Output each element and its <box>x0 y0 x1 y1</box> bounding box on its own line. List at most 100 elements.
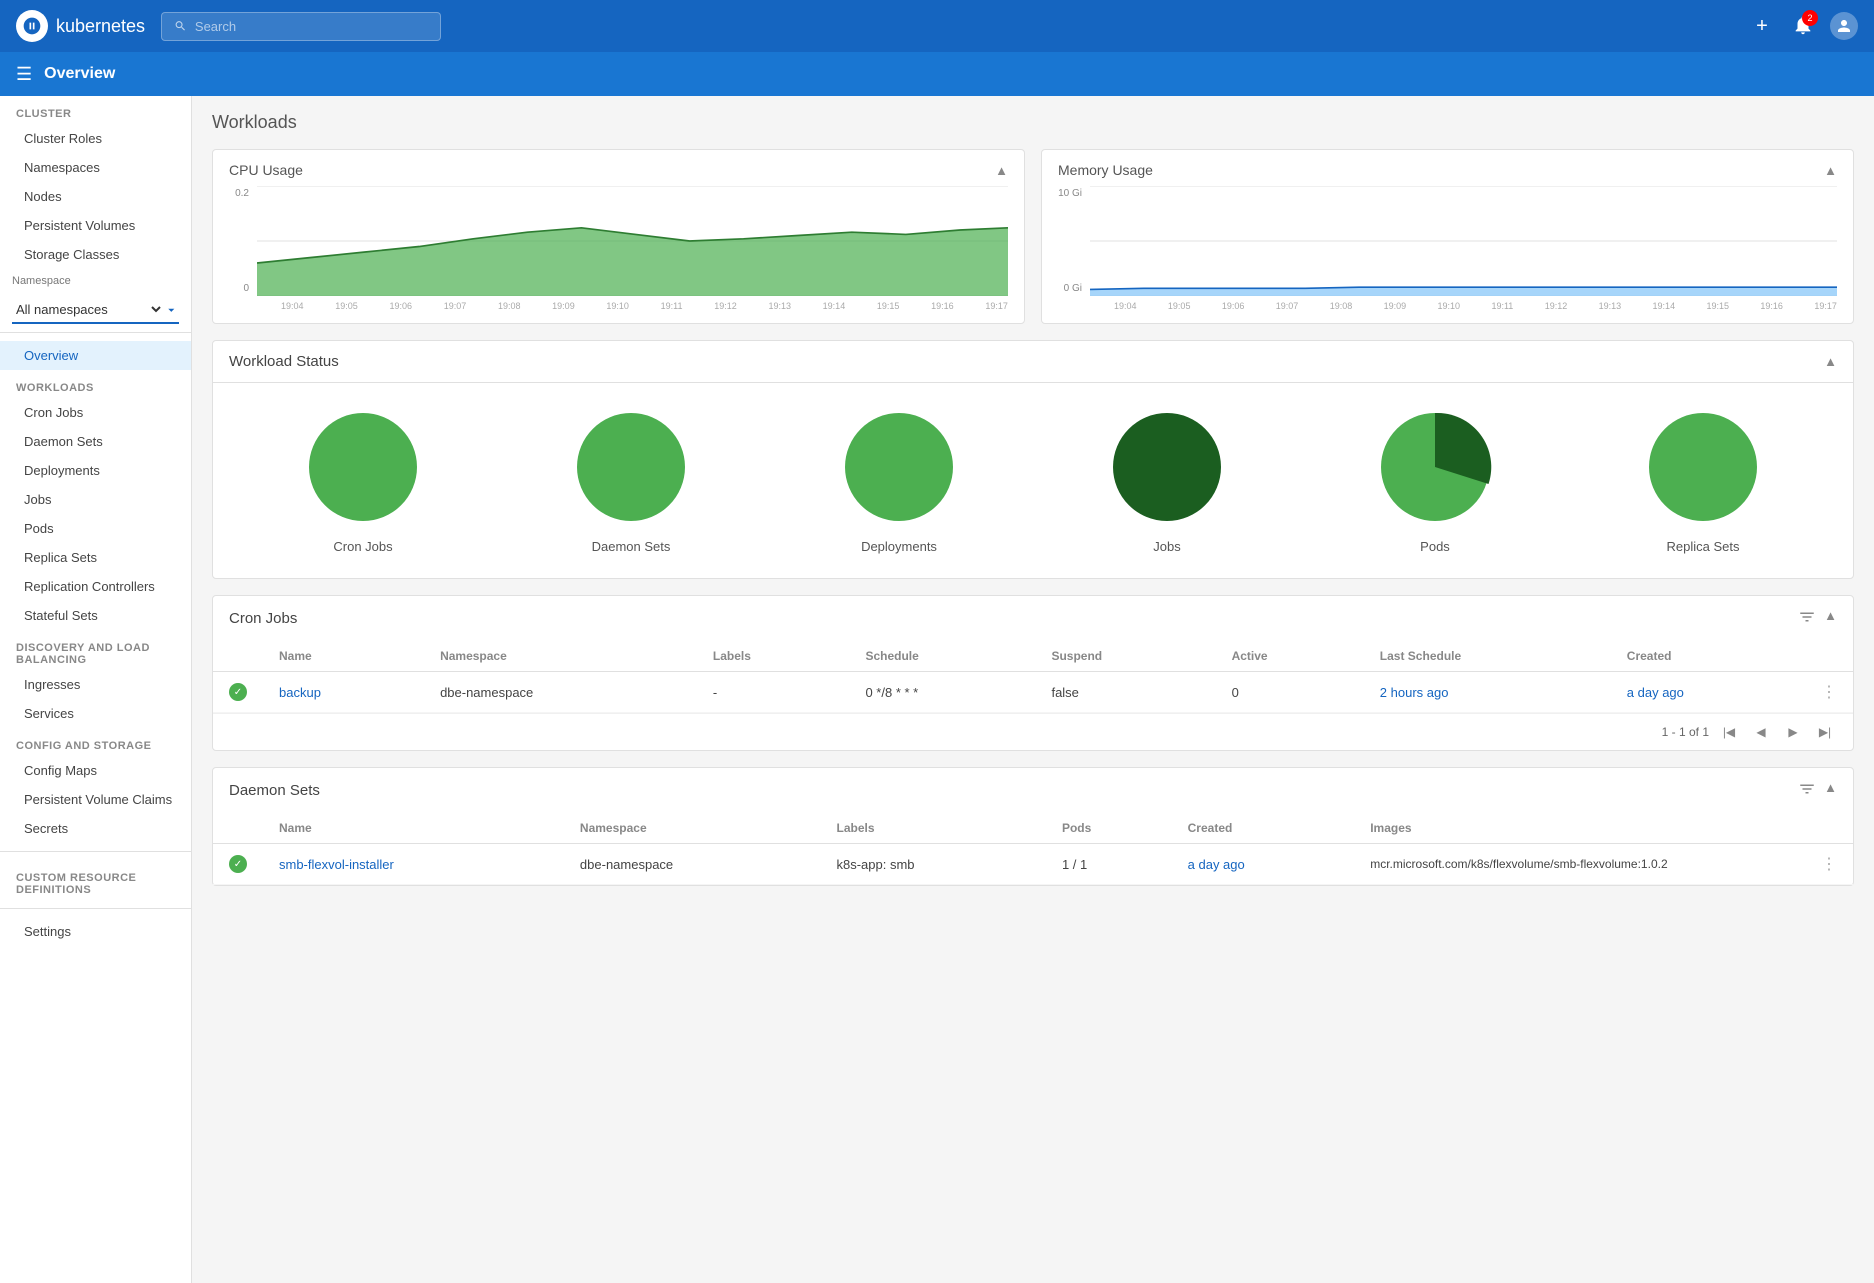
main-content: Workloads CPU Usage ▲ 0.2 0 CPU (cores) <box>192 96 1874 1283</box>
ds-col-images[interactable]: Images <box>1354 813 1805 844</box>
app-logo[interactable]: kubernetes <box>16 10 145 42</box>
cron-jobs-section: Cron Jobs ▲ Name Namespace Labels Schedu… <box>212 595 1854 751</box>
last-page-btn[interactable]: ▶| <box>1813 720 1837 744</box>
sidebar-item-replication-controllers[interactable]: Replication Controllers <box>0 572 191 601</box>
sidebar: Cluster Cluster Roles Namespaces Nodes P… <box>0 96 192 1283</box>
workload-status-card: Workload Status ▲ Cron Jobs <box>212 340 1854 579</box>
cpu-y-axis: 0.2 0 <box>229 186 253 296</box>
config-section-title: Config and Storage <box>0 728 191 756</box>
daemon-sets-label: Daemon Sets <box>592 539 671 554</box>
sidebar-item-namespaces[interactable]: Namespaces <box>0 153 191 182</box>
sidebar-item-secrets[interactable]: Secrets <box>0 814 191 843</box>
col-name[interactable]: Name <box>263 641 424 672</box>
daemon-set-row: ✓ smb-flexvol-installer dbe-namespace k8… <box>213 844 1853 885</box>
sidebar-item-overview[interactable]: Overview <box>0 341 191 370</box>
ds-col-pods[interactable]: Pods <box>1046 813 1172 844</box>
sidebar-item-services[interactable]: Services <box>0 699 191 728</box>
workload-daemon-sets[interactable]: Daemon Sets <box>571 407 691 554</box>
col-namespace[interactable]: Namespace <box>424 641 697 672</box>
row-suspend: false <box>1035 672 1215 713</box>
deployments-label: Deployments <box>861 539 937 554</box>
workload-cron-jobs[interactable]: Cron Jobs <box>303 407 423 554</box>
cron-jobs-header: Cron Jobs ▲ <box>213 596 1853 641</box>
sidebar-item-cron-jobs[interactable]: Cron Jobs <box>0 398 191 427</box>
workload-pods[interactable]: Pods <box>1375 407 1495 554</box>
daemon-filter-icon[interactable] <box>1798 780 1816 801</box>
ds-col-created[interactable]: Created <box>1172 813 1355 844</box>
logo-icon <box>16 10 48 42</box>
crd-section-title: Custom Resource Definitions <box>0 860 191 900</box>
daemon-sets-header: Daemon Sets ▲ <box>213 768 1853 813</box>
daemon-sets-collapse[interactable]: ▲ <box>1824 780 1837 801</box>
search-input[interactable] <box>195 19 428 34</box>
user-avatar[interactable] <box>1830 12 1858 40</box>
cron-jobs-pie <box>303 407 423 527</box>
namespace-dropdown[interactable]: All namespaces default kube-system dbe-n… <box>12 301 164 318</box>
cpu-chart-collapse[interactable]: ▲ <box>995 163 1008 178</box>
row-created: a day ago <box>1611 672 1805 713</box>
sidebar-item-config-maps[interactable]: Config Maps <box>0 756 191 785</box>
replica-sets-label: Replica Sets <box>1667 539 1740 554</box>
col-last-schedule[interactable]: Last Schedule <box>1364 641 1611 672</box>
sidebar-item-pods[interactable]: Pods <box>0 514 191 543</box>
top-nav-right: + 2 <box>1748 12 1858 40</box>
col-active[interactable]: Active <box>1216 641 1364 672</box>
ds-status-ok-icon: ✓ <box>229 855 247 873</box>
memory-chart-svg <box>1090 186 1837 296</box>
col-status <box>213 641 263 672</box>
col-schedule[interactable]: Schedule <box>849 641 1035 672</box>
workload-replica-sets[interactable]: Replica Sets <box>1643 407 1763 554</box>
sidebar-item-cluster-roles[interactable]: Cluster Roles <box>0 124 191 153</box>
namespace-selector[interactable]: All namespaces default kube-system dbe-n… <box>12 297 179 324</box>
cron-jobs-title: Cron Jobs <box>229 610 297 627</box>
sidebar-item-persistent-volume-claims[interactable]: Persistent Volume Claims <box>0 785 191 814</box>
cron-jobs-pagination: 1 - 1 of 1 |◀ ◀ ▶ ▶| <box>213 713 1853 750</box>
row-schedule: 0 */8 * * * <box>849 672 1035 713</box>
workload-status-title: Workload Status <box>229 353 339 370</box>
sidebar-item-ingresses[interactable]: Ingresses <box>0 670 191 699</box>
sidebar-item-stateful-sets[interactable]: Stateful Sets <box>0 601 191 630</box>
row-menu[interactable]: ⋮ <box>1821 684 1837 701</box>
top-nav: kubernetes + 2 <box>0 0 1874 52</box>
ds-col-name[interactable]: Name <box>263 813 564 844</box>
col-labels[interactable]: Labels <box>697 641 850 672</box>
search-bar[interactable] <box>161 12 441 41</box>
first-page-btn[interactable]: |◀ <box>1717 720 1741 744</box>
daemon-sets-table: Name Namespace Labels Pods Created Image… <box>213 813 1853 885</box>
sidebar-item-persistent-volumes[interactable]: Persistent Volumes <box>0 211 191 240</box>
daemon-sets-section: Daemon Sets ▲ Name Namespace Labels Pods <box>212 767 1854 886</box>
sidebar-item-daemon-sets[interactable]: Daemon Sets <box>0 427 191 456</box>
workload-jobs[interactable]: Jobs <box>1107 407 1227 554</box>
cpu-chart-svg <box>257 186 1008 296</box>
memory-chart-collapse[interactable]: ▲ <box>1824 163 1837 178</box>
workload-deployments[interactable]: Deployments <box>839 407 959 554</box>
ds-row-menu[interactable]: ⋮ <box>1821 856 1837 873</box>
sidebar-item-settings[interactable]: Settings <box>0 917 191 946</box>
row-name[interactable]: backup <box>263 672 424 713</box>
col-suspend[interactable]: Suspend <box>1035 641 1215 672</box>
ds-col-labels[interactable]: Labels <box>821 813 1046 844</box>
hamburger-menu[interactable]: ☰ <box>16 64 32 85</box>
ds-col-namespace[interactable]: Namespace <box>564 813 821 844</box>
prev-page-btn[interactable]: ◀ <box>1749 720 1773 744</box>
deployments-pie <box>839 407 959 527</box>
notifications-button[interactable]: 2 <box>1792 14 1814 39</box>
sidebar-item-nodes[interactable]: Nodes <box>0 182 191 211</box>
col-created[interactable]: Created <box>1611 641 1805 672</box>
sub-nav: ☰ Overview <box>0 52 1874 96</box>
filter-icon[interactable] <box>1798 608 1816 629</box>
search-icon <box>174 19 187 33</box>
collapse-icon[interactable]: ▲ <box>1824 354 1837 369</box>
sidebar-item-jobs[interactable]: Jobs <box>0 485 191 514</box>
sidebar-item-replica-sets[interactable]: Replica Sets <box>0 543 191 572</box>
sidebar-item-storage-classes[interactable]: Storage Classes <box>0 240 191 269</box>
next-page-btn[interactable]: ▶ <box>1781 720 1805 744</box>
mem-y-axis: 10 Gi 0 Gi <box>1058 186 1086 296</box>
cron-job-row: ✓ backup dbe-namespace - 0 */8 * * * fal… <box>213 672 1853 713</box>
sidebar-item-deployments[interactable]: Deployments <box>0 456 191 485</box>
workloads-section-title: Workloads <box>0 370 191 398</box>
ds-row-name[interactable]: smb-flexvol-installer <box>263 844 564 885</box>
add-button[interactable]: + <box>1748 12 1776 40</box>
ds-row-created: a day ago <box>1172 844 1355 885</box>
cron-jobs-collapse[interactable]: ▲ <box>1824 608 1837 629</box>
